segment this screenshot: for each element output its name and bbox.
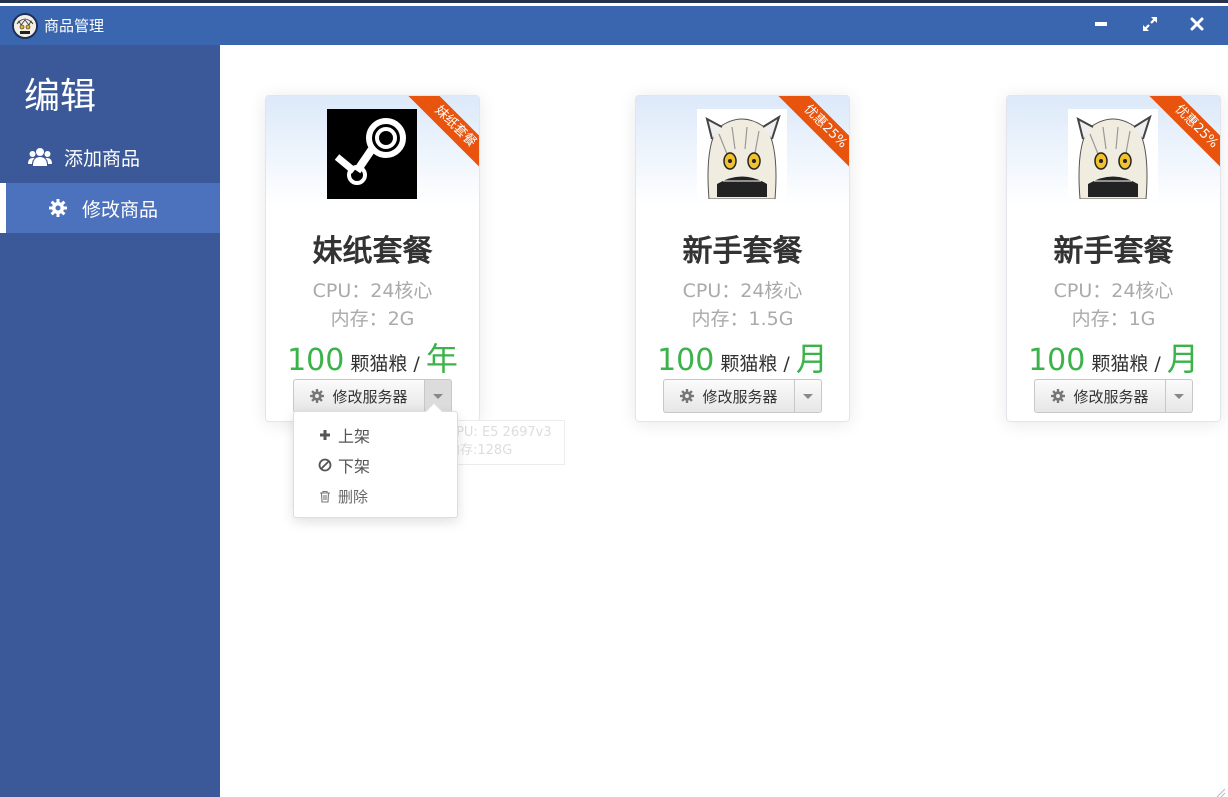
tooltip-cpu: CPU: E5 2697v3 bbox=[447, 425, 552, 440]
card-price: 100 颗猫粮 / 月 bbox=[636, 334, 849, 380]
menu-item-delist[interactable]: 下架 bbox=[318, 453, 370, 477]
card-title: 新手套餐 bbox=[1053, 234, 1174, 269]
gear-icon bbox=[46, 198, 70, 218]
menu-item-label: 下架 bbox=[338, 457, 371, 476]
edit-server-button[interactable]: 修改服务器 bbox=[663, 379, 795, 413]
price-unit: 颗猫粮 / bbox=[1091, 353, 1161, 375]
trash-icon bbox=[318, 489, 332, 503]
sidebar-item-label: 添加商品 bbox=[64, 147, 141, 170]
title-bar: 商品管理 bbox=[0, 6, 1228, 45]
ribbon: 优惠25% bbox=[1140, 96, 1220, 176]
card-memory: 内存：1.5G bbox=[691, 308, 794, 330]
dropdown-toggle[interactable] bbox=[795, 379, 822, 413]
edit-server-button[interactable]: 修改服务器 bbox=[1034, 379, 1166, 413]
server-tooltip: CPU: E5 2697v3 内存:128G bbox=[441, 420, 565, 465]
price-value: 100 bbox=[657, 343, 715, 378]
card-price: 100 颗猫粮 / 年 bbox=[266, 334, 479, 380]
card-title: 妹纸套餐 bbox=[312, 234, 433, 269]
card-memory: 内存：2G bbox=[330, 308, 415, 330]
sidebar-item-add-product[interactable]: 添加商品 bbox=[0, 132, 220, 182]
card-cpu: CPU：24核心 bbox=[312, 280, 433, 302]
product-card: 优惠25% 新手套餐 CPU：24核心 内存：1.5G 100 颗猫粮 / 月 bbox=[635, 95, 850, 422]
menu-item-label: 上架 bbox=[338, 427, 371, 446]
close-icon bbox=[1190, 17, 1204, 31]
app-window: 商品管理 编辑 添加商品 修改商品 妹纸套餐 妹纸套餐 CPU：24核心 内存：… bbox=[0, 0, 1228, 797]
minimize-button[interactable] bbox=[1087, 10, 1115, 38]
edit-server-label: 修改服务器 bbox=[702, 387, 778, 406]
server-actions-menu: 上架 下架 删除 bbox=[293, 402, 458, 518]
tooltip-memory: 内存:128G bbox=[447, 443, 513, 458]
price-period: 月 bbox=[1166, 340, 1199, 378]
dropdown-toggle[interactable] bbox=[1166, 379, 1193, 413]
ribbon-label: 优惠25% bbox=[1145, 96, 1220, 176]
ban-icon bbox=[318, 458, 332, 472]
window-title: 商品管理 bbox=[44, 17, 105, 35]
card-price: 100 颗猫粮 / 月 bbox=[1007, 334, 1220, 380]
price-value: 100 bbox=[1028, 343, 1086, 378]
price-period: 月 bbox=[795, 340, 828, 378]
plus-icon bbox=[318, 428, 332, 442]
card-cpu: CPU：24核心 bbox=[682, 280, 803, 302]
caret-down-icon bbox=[433, 393, 443, 399]
maximize-button[interactable] bbox=[1136, 10, 1164, 38]
edit-server-button-group: 修改服务器 bbox=[663, 379, 822, 413]
price-unit: 颗猫粮 / bbox=[350, 353, 420, 375]
gear-icon bbox=[680, 389, 695, 403]
ribbon: 妹纸套餐 bbox=[399, 96, 479, 176]
product-card: 优惠25% 新手套餐 CPU：24核心 内存：1G 100 颗猫粮 / 月 修改… bbox=[1006, 95, 1221, 422]
card-title: 新手套餐 bbox=[682, 234, 803, 269]
ribbon-label: 优惠25% bbox=[774, 96, 849, 176]
ribbon: 优惠25% bbox=[769, 96, 849, 176]
gear-icon bbox=[1051, 389, 1066, 403]
app-logo-icon bbox=[12, 13, 38, 39]
menu-item-delete[interactable]: 删除 bbox=[318, 484, 368, 508]
ribbon-label: 妹纸套餐 bbox=[404, 96, 479, 176]
edit-server-label: 修改服务器 bbox=[1073, 387, 1149, 406]
edit-server-label: 修改服务器 bbox=[332, 387, 408, 406]
sidebar: 编辑 添加商品 修改商品 bbox=[0, 45, 220, 797]
gear-icon bbox=[310, 389, 325, 403]
card-memory: 内存：1G bbox=[1071, 308, 1156, 330]
edit-server-button[interactable]: 修改服务器 bbox=[293, 379, 425, 413]
users-icon bbox=[28, 147, 52, 167]
card-cpu: CPU：24核心 bbox=[1053, 280, 1174, 302]
close-button[interactable] bbox=[1183, 10, 1211, 38]
product-card: 妹纸套餐 妹纸套餐 CPU：24核心 内存：2G 100 颗猫粮 / 年 修改服… bbox=[265, 95, 480, 422]
menu-item-label: 删除 bbox=[338, 487, 369, 506]
minimize-icon bbox=[1095, 22, 1107, 26]
sidebar-item-label: 修改商品 bbox=[82, 198, 159, 221]
sidebar-title: 编辑 bbox=[24, 76, 97, 117]
expand-icon bbox=[1143, 17, 1157, 31]
menu-item-list[interactable]: 上架 bbox=[318, 423, 370, 447]
caret-down-icon bbox=[803, 393, 813, 399]
caret-down-icon bbox=[1174, 393, 1184, 399]
resize-grip[interactable] bbox=[1214, 783, 1226, 797]
edit-server-button-group: 修改服务器 bbox=[1034, 379, 1193, 413]
sidebar-item-edit-product[interactable]: 修改商品 bbox=[0, 183, 220, 233]
price-unit: 颗猫粮 / bbox=[720, 353, 790, 375]
price-value: 100 bbox=[287, 343, 345, 378]
price-period: 年 bbox=[425, 340, 458, 378]
